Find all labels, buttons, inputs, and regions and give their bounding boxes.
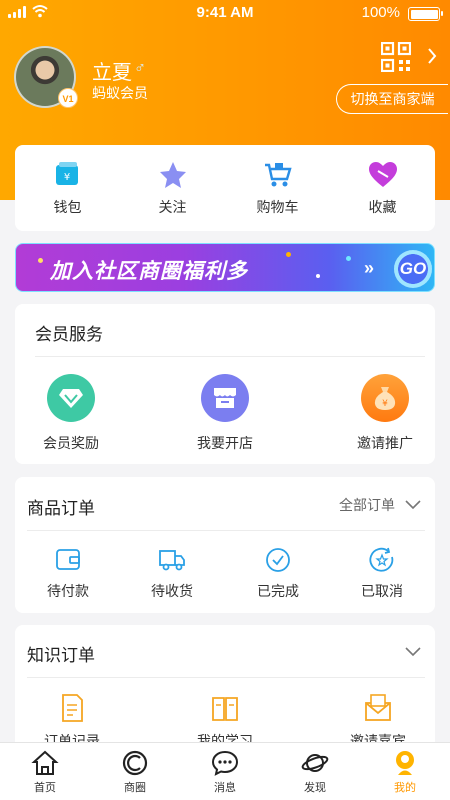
section-title: 会员服务 [35, 325, 103, 344]
diamond-icon [47, 374, 95, 422]
quick-action-cart[interactable]: 购物车 [225, 145, 330, 231]
member-service-label: 邀请推广 [357, 435, 413, 451]
quick-actions-card: ¥ 钱包 关注 购物车 收藏 [15, 145, 435, 231]
member-service-label: 会员奖励 [43, 435, 99, 451]
tab-label: 消息 [214, 782, 236, 794]
promo-banner[interactable]: 加入社区商圈福利多 » GO [15, 243, 435, 292]
envelope-icon [365, 694, 391, 721]
profile-icon [396, 751, 414, 775]
divider [35, 356, 425, 357]
battery-icon [408, 7, 443, 21]
tab-messages[interactable]: 消息 [180, 743, 270, 800]
svg-text:¥: ¥ [382, 399, 388, 409]
cart-icon [264, 163, 292, 187]
cancel-circle-icon [369, 547, 394, 572]
order-pending-payment[interactable]: 待付款 [23, 547, 113, 601]
quick-action-follow[interactable]: 关注 [120, 145, 225, 231]
member-type: 蚂蚁会员 [92, 85, 148, 101]
order-status-label: 待收货 [151, 583, 193, 599]
order-status-label: 已完成 [257, 583, 299, 599]
chevron-down-icon [405, 500, 421, 510]
all-orders-label: 全部订单 [339, 497, 395, 513]
svg-text:¥: ¥ [63, 172, 69, 183]
order-pending-delivery[interactable]: 待收货 [127, 547, 217, 601]
heart-icon [368, 162, 397, 187]
quick-action-label: 关注 [158, 199, 187, 215]
divider [27, 530, 425, 531]
level-badge: V1 [58, 88, 78, 108]
invite-promote-button[interactable]: ¥ 邀请推广 [335, 374, 435, 453]
quick-action-wallet[interactable]: ¥ 钱包 [15, 145, 120, 231]
go-button[interactable]: GO [394, 250, 432, 288]
document-icon [62, 694, 83, 722]
wallet-outline-icon [56, 549, 80, 570]
tab-mine[interactable]: 我的 [360, 743, 450, 800]
order-status-label: 待付款 [47, 583, 89, 599]
message-icon [211, 750, 239, 776]
chevron-down-icon[interactable] [405, 647, 421, 657]
sparkle-decoration [38, 258, 43, 263]
battery-percent: 100% [361, 4, 400, 21]
circle-icon [122, 750, 148, 776]
planet-icon [301, 754, 329, 772]
tab-business-circle[interactable]: 商圈 [90, 743, 180, 800]
male-icon: ♂ [134, 60, 146, 77]
section-title: 知识订单 [27, 646, 95, 665]
truck-icon [159, 550, 185, 571]
banner-text: 加入社区商圈福利多 [50, 260, 248, 283]
quick-action-label: 购物车 [256, 199, 299, 215]
section-title: 商品订单 [27, 499, 95, 518]
wallet-icon: ¥ [55, 162, 78, 185]
member-service-label: 我要开店 [197, 435, 253, 451]
bottom-tab-bar: 首页 商圈 消息 发现 我的 [0, 742, 450, 800]
chevron-right-icon[interactable] [427, 47, 437, 65]
sparkle-decoration [346, 256, 351, 261]
tab-label: 商圈 [124, 782, 146, 794]
user-name: 立夏 [92, 62, 132, 84]
quick-action-favorites[interactable]: 收藏 [330, 145, 435, 231]
sparkle-decoration [286, 252, 291, 257]
quick-action-label: 钱包 [53, 199, 82, 215]
tab-home[interactable]: 首页 [0, 743, 90, 800]
switch-to-merchant-button[interactable]: 切换至商家端 [336, 84, 448, 114]
tab-label: 我的 [394, 782, 416, 794]
book-icon [212, 697, 238, 721]
qr-code-icon[interactable] [381, 42, 411, 72]
tab-discover[interactable]: 发现 [270, 743, 360, 800]
star-icon [159, 162, 186, 188]
order-status-label: 已取消 [361, 583, 403, 599]
status-bar: 9:41 AM 100% [0, 0, 450, 26]
divider [27, 677, 425, 678]
all-orders-link[interactable]: 全部订单 [339, 495, 421, 515]
home-icon [31, 750, 59, 775]
product-orders-card: 商品订单 全部订单 待付款 待收货 已完成 已取消 [15, 477, 435, 613]
store-icon [201, 374, 249, 422]
quick-action-label: 收藏 [368, 199, 397, 215]
member-rewards-button[interactable]: 会员奖励 [21, 374, 121, 453]
double-arrow-icon: » [364, 258, 375, 278]
check-circle-icon [266, 548, 290, 572]
sparkle-decoration [316, 274, 320, 278]
order-cancelled[interactable]: 已取消 [337, 547, 427, 601]
avatar[interactable]: V1 [14, 46, 78, 108]
tab-label: 发现 [304, 782, 326, 794]
tab-label: 首页 [34, 782, 56, 794]
member-services-card: 会员服务 会员奖励 我要开店 ¥ 邀请推广 [15, 304, 435, 464]
order-completed[interactable]: 已完成 [233, 547, 323, 601]
open-store-button[interactable]: 我要开店 [175, 374, 275, 453]
money-bag-icon: ¥ [361, 374, 409, 422]
